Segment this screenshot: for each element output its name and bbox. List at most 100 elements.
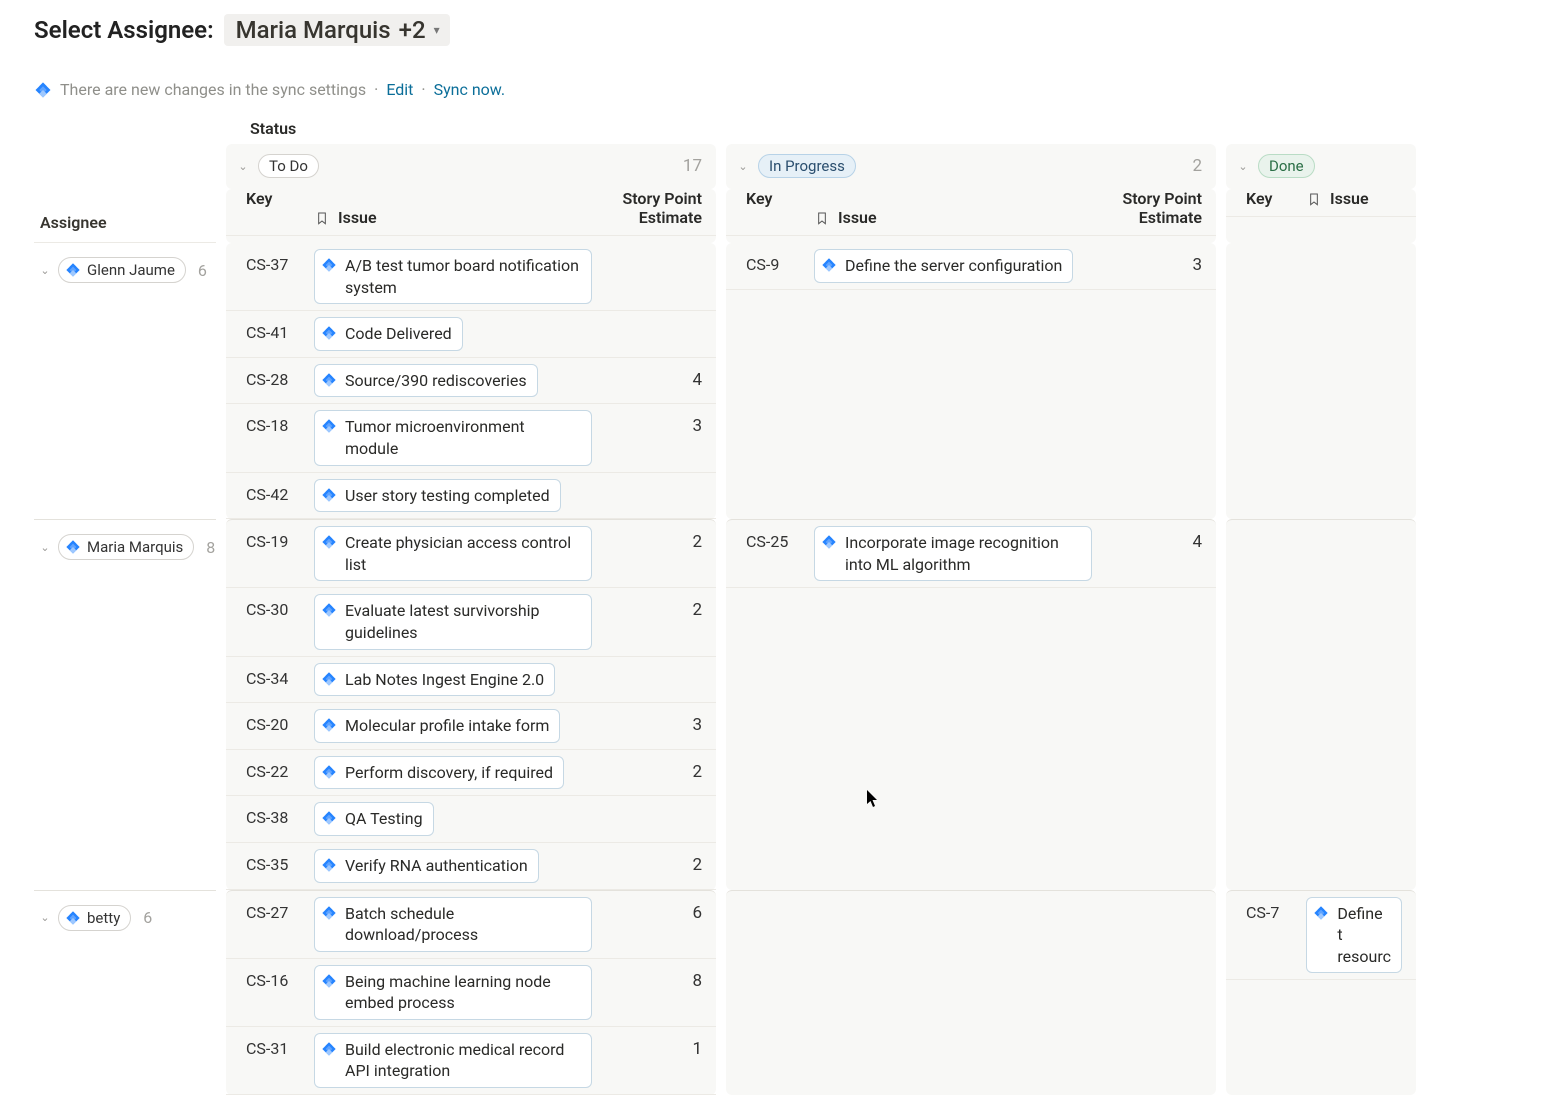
lane-count-progress: 2 <box>1192 156 1202 176</box>
issue-title: QA Testing <box>345 808 423 830</box>
issue-key: CS-25 <box>746 526 814 551</box>
issue-key: CS-34 <box>246 663 314 688</box>
issue-chip[interactable]: Evaluate latest survivorship guidelines <box>314 594 592 649</box>
issue-row[interactable]: CS-20 Molecular profile intake form 3 <box>226 703 716 750</box>
issue-title: Code Delivered <box>345 323 452 345</box>
issue-title: Molecular profile intake form <box>345 715 549 737</box>
issue-chip[interactable]: Define the server configuration <box>814 249 1073 283</box>
col-header-assignee: Assignee <box>34 213 216 243</box>
issue-story-points: 4 <box>592 364 702 390</box>
collapse-toggle-group[interactable]: ⌄ <box>38 911 52 924</box>
issue-chip[interactable]: Build electronic medical record API inte… <box>314 1033 592 1088</box>
issue-chip[interactable]: Molecular profile intake form <box>314 709 560 743</box>
assignee-issue-count: 6 <box>137 908 152 927</box>
issue-row[interactable]: CS-31 Build electronic medical record AP… <box>226 1027 716 1095</box>
lane-in-progress: ⌄ In Progress 2 <box>726 144 1216 189</box>
sync-now-link[interactable]: Sync now. <box>434 80 505 99</box>
issue-title: Define the server configuration <box>845 255 1062 277</box>
jira-icon <box>821 534 837 550</box>
issue-row[interactable]: CS-19 Create physician access control li… <box>226 520 716 588</box>
issue-row[interactable]: CS-22 Perform discovery, if required 2 <box>226 750 716 797</box>
issue-story-points <box>592 479 702 485</box>
issue-story-points: 6 <box>592 897 702 923</box>
issue-row[interactable]: CS-27 Batch schedule download/process 6 <box>226 891 716 959</box>
issue-title: User story testing completed <box>345 485 550 507</box>
lane-count-todo: 17 <box>683 156 702 176</box>
issue-title: Build electronic medical record API inte… <box>345 1039 581 1082</box>
issue-row[interactable]: CS-28 Source/390 rediscoveries 4 <box>226 358 716 405</box>
jira-icon <box>321 534 337 550</box>
jira-icon <box>65 539 81 555</box>
collapse-toggle-group[interactable]: ⌄ <box>38 541 52 554</box>
issue-chip[interactable]: Verify RNA authentication <box>314 849 539 883</box>
assignee-chip[interactable]: Glenn Jaume <box>58 257 186 283</box>
issue-chip[interactable]: Create physician access control list <box>314 526 592 581</box>
collapse-toggle-progress[interactable]: ⌄ <box>736 160 750 173</box>
assignee-name: betty <box>87 909 120 927</box>
issue-row[interactable]: CS-35 Verify RNA authentication 2 <box>226 843 716 890</box>
jira-icon <box>321 973 337 989</box>
jira-icon <box>34 81 52 99</box>
issue-title: Verify RNA authentication <box>345 855 528 877</box>
jira-icon <box>321 602 337 618</box>
sync-edit-link[interactable]: Edit <box>386 80 413 99</box>
collapse-toggle-todo[interactable]: ⌄ <box>236 160 250 173</box>
issue-row[interactable]: CS-41 Code Delivered <box>226 311 716 358</box>
issue-chip[interactable]: A/B test tumor board notification system <box>314 249 592 304</box>
jira-icon <box>321 717 337 733</box>
jira-icon <box>1313 905 1329 921</box>
issue-story-points: 2 <box>592 849 702 875</box>
separator: · <box>421 80 425 99</box>
issue-chip[interactable]: Batch schedule download/process <box>314 897 592 952</box>
issue-story-points: 2 <box>592 526 702 552</box>
issue-chip[interactable]: Code Delivered <box>314 317 463 351</box>
issue-row[interactable]: CS-37 A/B test tumor board notification … <box>226 243 716 311</box>
issue-row[interactable]: CS-7 Define t resourc <box>1226 891 1416 981</box>
assignee-name: Maria Marquis <box>87 538 183 556</box>
issue-key: CS-35 <box>246 849 314 874</box>
issue-title: Source/390 rediscoveries <box>345 370 527 392</box>
status-pill-progress[interactable]: In Progress <box>758 154 856 178</box>
issue-key: CS-30 <box>246 594 314 619</box>
issue-row[interactable]: CS-18 Tumor microenvironment module 3 <box>226 404 716 472</box>
issue-key: CS-20 <box>246 709 314 734</box>
issue-title: Incorporate image recognition into ML al… <box>845 532 1081 575</box>
issue-row[interactable]: CS-38 QA Testing <box>226 796 716 843</box>
issue-story-points: 2 <box>592 594 702 620</box>
issue-key: CS-7 <box>1246 897 1306 922</box>
jira-icon <box>321 1041 337 1057</box>
assignee-selector-extra: +2 <box>399 16 426 44</box>
issue-chip[interactable]: Define t resourc <box>1306 897 1402 974</box>
collapse-toggle-done[interactable]: ⌄ <box>1236 160 1250 173</box>
assignee-chip[interactable]: Maria Marquis <box>58 534 194 560</box>
issue-chip[interactable]: Source/390 rediscoveries <box>314 364 538 398</box>
issue-chip[interactable]: User story testing completed <box>314 479 561 513</box>
issue-row[interactable]: CS-25 Incorporate image recognition into… <box>726 520 1216 588</box>
jira-icon <box>321 764 337 780</box>
issue-chip[interactable]: Incorporate image recognition into ML al… <box>814 526 1092 581</box>
lane-todo: ⌄ To Do 17 <box>226 144 716 189</box>
jira-icon <box>65 262 81 278</box>
assignee-chip[interactable]: betty <box>58 905 131 931</box>
issue-chip[interactable]: Perform discovery, if required <box>314 756 564 790</box>
status-pill-todo[interactable]: To Do <box>258 154 319 178</box>
issue-chip[interactable]: QA Testing <box>314 802 434 836</box>
issue-chip[interactable]: Lab Notes Ingest Engine 2.0 <box>314 663 555 697</box>
issue-row[interactable]: CS-34 Lab Notes Ingest Engine 2.0 <box>226 657 716 704</box>
jira-icon <box>821 257 837 273</box>
assignee-selector-value: Maria Marquis <box>236 16 391 44</box>
issue-row[interactable]: CS-42 User story testing completed <box>226 473 716 520</box>
lane-done: ⌄ Done <box>1226 144 1416 189</box>
issue-row[interactable]: CS-30 Evaluate latest survivorship guide… <box>226 588 716 656</box>
collapse-toggle-group[interactable]: ⌄ <box>38 264 52 277</box>
issue-title: Lab Notes Ingest Engine 2.0 <box>345 669 544 691</box>
issue-chip[interactable]: Tumor microenvironment module <box>314 410 592 465</box>
assignee-selector[interactable]: Maria Marquis +2 ▾ <box>224 14 450 46</box>
issue-chip[interactable]: Being machine learning node embed proces… <box>314 965 592 1020</box>
issue-title: Batch schedule download/process <box>345 903 581 946</box>
status-pill-done[interactable]: Done <box>1258 154 1315 178</box>
issue-story-points <box>592 802 702 808</box>
jira-icon <box>321 487 337 503</box>
issue-row[interactable]: CS-16 Being machine learning node embed … <box>226 959 716 1027</box>
issue-row[interactable]: CS-9 Define the server configuration 3 <box>726 243 1216 290</box>
